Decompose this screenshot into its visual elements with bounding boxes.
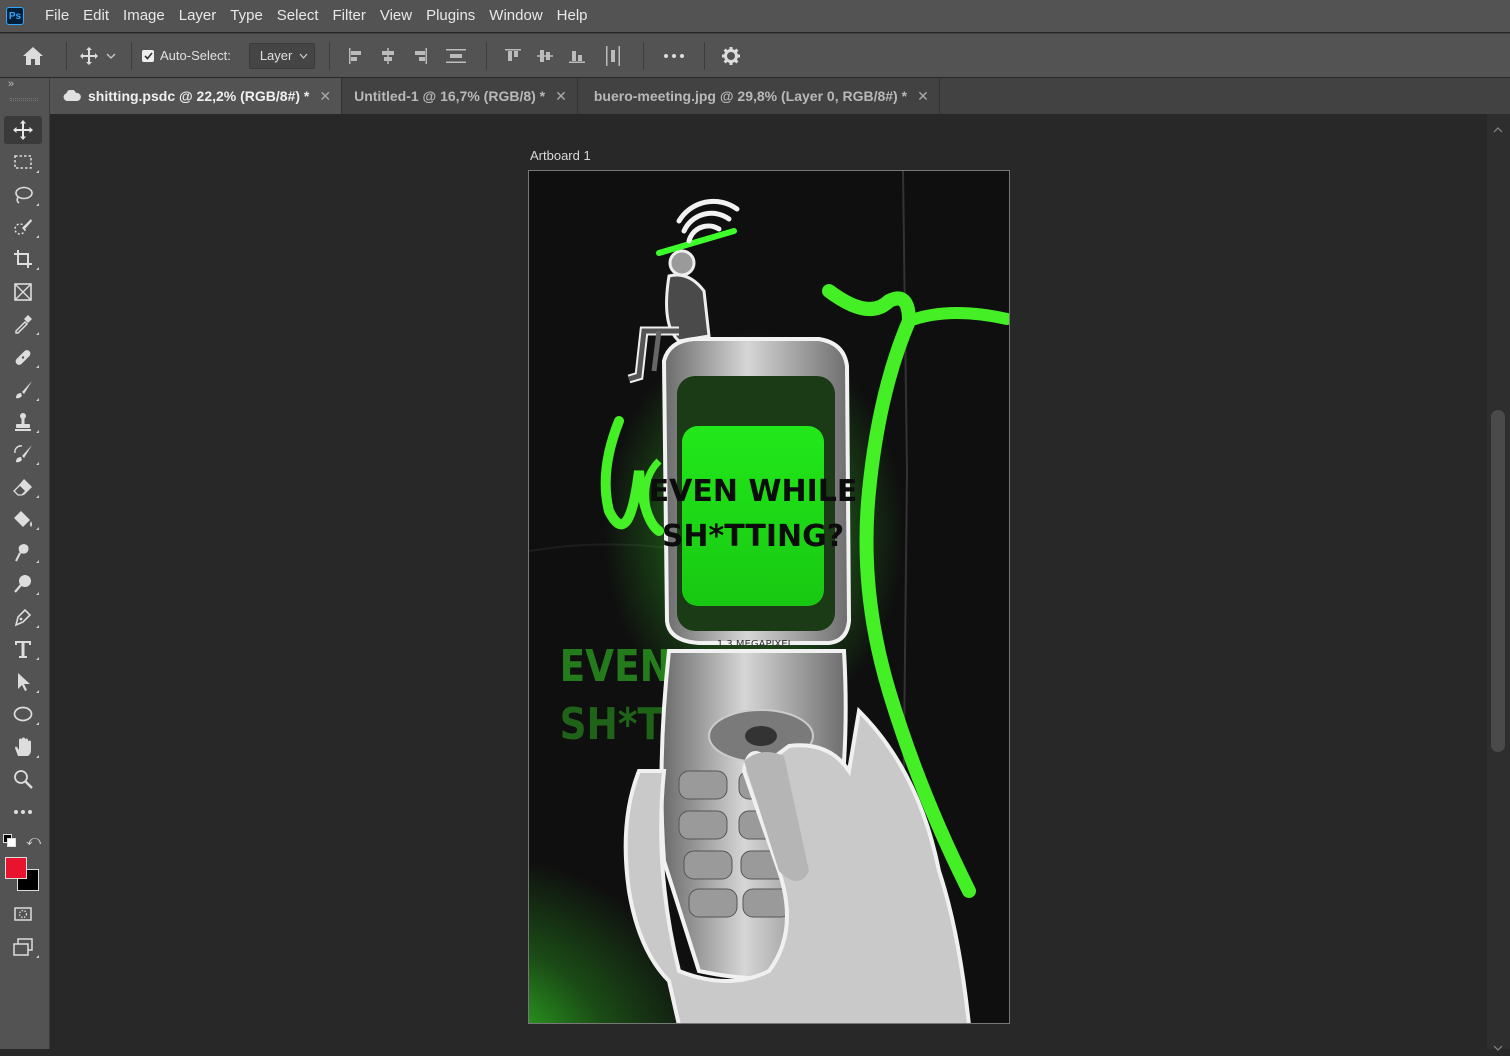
menu-help[interactable]: Help [550, 0, 595, 32]
tab-shitting-psdc[interactable]: shitting.psdc @ 22,2% (RGB/8#) * ✕ [50, 78, 343, 114]
brush-tool-icon[interactable] [4, 376, 42, 404]
default-colors-icon[interactable] [3, 834, 17, 848]
separator [66, 41, 67, 70]
crop-tool-icon[interactable] [4, 245, 42, 273]
close-icon[interactable]: ✕ [917, 88, 929, 105]
path-selection-tool-icon[interactable] [4, 668, 42, 696]
ghost-text-line1: EVEN [560, 640, 671, 692]
vertical-scrollbar[interactable] [1487, 114, 1510, 1051]
close-icon[interactable]: ✕ [555, 88, 567, 105]
tab-buero-meeting[interactable]: buero-meeting.jpg @ 29,8% (Layer 0, RGB/… [577, 78, 940, 114]
auto-select-target-dropdown[interactable]: Layer [248, 42, 315, 69]
distribute-vertical-icon[interactable] [436, 48, 476, 64]
align-bottom-edges-icon[interactable] [561, 47, 593, 65]
menu-view[interactable]: View [373, 0, 419, 32]
align-top-edges-icon[interactable] [497, 47, 529, 65]
separator [131, 41, 132, 70]
swap-colors-icon[interactable]: ⤺ [26, 832, 41, 849]
scroll-down-icon[interactable] [1493, 1038, 1503, 1056]
separator [703, 41, 705, 70]
frame-tool-icon[interactable] [4, 278, 42, 306]
history-brush-tool-icon[interactable] [4, 440, 42, 468]
quick-selection-tool-icon[interactable] [4, 213, 42, 241]
close-icon[interactable]: ✕ [319, 88, 331, 105]
lasso-tool-icon[interactable] [4, 181, 42, 209]
dodge-tool-icon[interactable] [4, 570, 42, 598]
menu-image[interactable]: Image [116, 0, 172, 32]
tab-label: Untitled-1 @ 16,7% (RGB/8) * [354, 88, 546, 104]
more-tools-icon[interactable] [4, 798, 42, 826]
screen-mode-icon[interactable] [4, 933, 42, 961]
auto-select-checkbox[interactable] [142, 49, 154, 62]
tab-untitled-1[interactable]: Untitled-1 @ 16,7% (RGB/8) * ✕ [342, 78, 578, 114]
smudge-tool-icon[interactable] [4, 538, 42, 566]
menu-file[interactable]: File [38, 0, 76, 32]
align-vertical-centers-icon[interactable] [529, 47, 561, 65]
foreground-color-swatch[interactable] [5, 857, 27, 879]
menu-filter[interactable]: Filter [326, 0, 373, 32]
chevron-down-icon[interactable] [101, 53, 121, 59]
artwork-image: EVEN SH*TT EVEN WHILE SH*TTING? 1.3 MEGA… [529, 171, 1009, 1023]
separator [485, 41, 487, 70]
artboard-label[interactable]: Artboard 1 [530, 148, 591, 163]
menu-window[interactable]: Window [482, 0, 549, 32]
screen-text-line1: EVEN WHILE [649, 474, 858, 509]
rectangular-marquee-tool-icon[interactable] [4, 148, 42, 176]
artboard-1[interactable]: EVEN SH*TT EVEN WHILE SH*TTING? 1.3 MEGA… [528, 170, 1010, 1024]
menu-plugins[interactable]: Plugins [419, 0, 482, 32]
menu-edit[interactable]: Edit [76, 0, 116, 32]
pen-tool-icon[interactable] [4, 603, 42, 631]
align-left-edges-icon[interactable] [340, 47, 372, 64]
tools-panel: » ⤺ [0, 78, 50, 1049]
gear-icon[interactable] [715, 46, 747, 66]
menu-layer[interactable]: Layer [172, 0, 224, 32]
menu-select[interactable]: Select [270, 0, 326, 32]
panel-grip[interactable] [10, 98, 38, 101]
document-tab-bar: shitting.psdc @ 22,2% (RGB/8#) * ✕ Untit… [50, 78, 1510, 114]
scrollbar-thumb[interactable] [1491, 410, 1505, 752]
separator [328, 41, 330, 70]
zoom-tool-icon[interactable] [4, 765, 42, 793]
type-tool-icon[interactable] [4, 635, 42, 663]
auto-select-label: Auto-Select: [160, 48, 231, 63]
paint-bucket-tool-icon[interactable] [4, 505, 42, 533]
move-tool-icon[interactable] [4, 116, 42, 144]
collapse-panel-icon[interactable]: » [8, 78, 14, 90]
eyedropper-tool-icon[interactable] [4, 310, 42, 338]
menu-type[interactable]: Type [223, 0, 270, 32]
photoshop-logo-icon[interactable]: Ps [6, 7, 24, 25]
healing-brush-tool-icon[interactable] [4, 343, 42, 371]
more-options-icon[interactable] [654, 53, 694, 58]
eraser-tool-icon[interactable] [4, 473, 42, 501]
distribute-horizontal-icon[interactable] [593, 45, 633, 66]
clone-stamp-tool-icon[interactable] [4, 408, 42, 436]
align-right-edges-icon[interactable] [404, 47, 436, 64]
quick-mask-icon[interactable] [4, 900, 42, 928]
tab-label: shitting.psdc @ 22,2% (RGB/8#) * [88, 88, 310, 104]
move-tool-preset-icon[interactable] [77, 46, 101, 66]
chevron-down-icon [299, 53, 308, 59]
ellipse-tool-icon[interactable] [4, 700, 42, 728]
hand-tool-icon[interactable] [4, 733, 42, 761]
options-bar: Auto-Select: Layer [0, 33, 1510, 77]
cloud-icon [63, 90, 81, 101]
scroll-up-icon[interactable] [1493, 120, 1503, 138]
separator [642, 41, 644, 70]
phone-brand-text: 1.3 MEGAPIXEL [717, 639, 794, 650]
screen-text-line2: SH*TTING? [662, 519, 844, 554]
tab-label: buero-meeting.jpg @ 29,8% (Layer 0, RGB/… [593, 88, 908, 104]
auto-select-target-value: Layer [259, 48, 293, 63]
menu-bar: Ps File Edit Image Layer Type Select Fil… [0, 0, 1510, 32]
align-horizontal-centers-icon[interactable] [372, 47, 404, 64]
home-icon[interactable] [10, 46, 56, 66]
